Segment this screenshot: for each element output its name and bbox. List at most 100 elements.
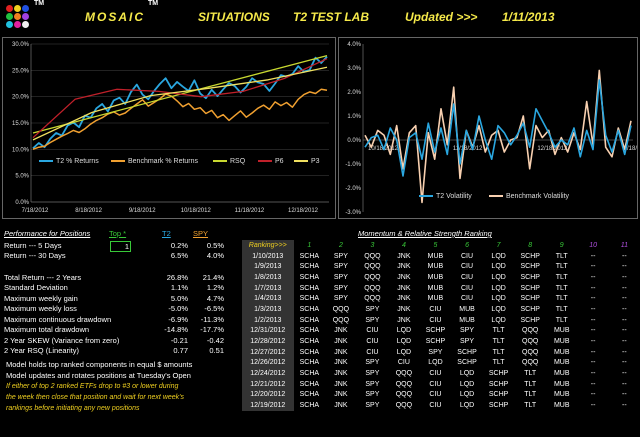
ranking-ticker: -- (590, 370, 596, 378)
perf-row: Maximum weekly gain 5.0% 4.7% (2, 293, 226, 304)
ranking-date: 12/31/2012 (242, 325, 294, 337)
ranking-ticker: CIU (429, 370, 442, 378)
y-tick-label: 25.0% (12, 68, 30, 74)
ranking-col-header: 10 (589, 241, 597, 249)
ranking-col-header: 4 (401, 241, 406, 249)
perf-metric-label: Maximum continuous drawdown (4, 314, 112, 324)
ranking-ticker: SCHA (299, 391, 320, 399)
ranking-date: 12/26/2012 (242, 357, 294, 369)
ranking-ticker: -- (622, 305, 627, 313)
ranking-ticker: SPY (333, 273, 348, 281)
y-tick-label: 15.0% (12, 121, 30, 127)
ranking-row: 12/21/2012 SCHA JNK SPY QQQ CIU LQD SCHP TLT MUB -… (242, 378, 640, 390)
ranking-label: Ranking>>> (242, 240, 294, 251)
perf-t2-value: -6.9% (168, 314, 188, 324)
ranking-ticker: MUB (553, 327, 570, 335)
perf-metric-label: 2 Year RSQ (Linearity) (4, 346, 80, 356)
ranking-ticker: QQQ (364, 295, 381, 303)
lab-title: T2 TEST LAB (293, 10, 370, 24)
ranking-row: 1/2/2013 SCHA QQQ SPY JNK CIU MUB LQD SCHP TLT -- -… (242, 314, 640, 326)
ranking-col-header: 8 (528, 241, 533, 249)
ranking-ticker: -- (590, 305, 596, 313)
ranking-row: 12/20/2012 SCHA JNK SPY QQQ CIU LQD SCHP TLT MUB -… (242, 389, 640, 401)
perf-row: Maximum total drawdown -14.8% -17.7% (2, 325, 226, 336)
ranking-ticker: TLT (492, 348, 505, 356)
legend-p6: P6 (258, 158, 284, 165)
perf-spy-value: 1.2% (206, 283, 224, 293)
ranking-ticker: -- (590, 348, 596, 356)
perf-t2-value: 26.8% (166, 272, 188, 282)
ranking-ticker: MUB (553, 359, 570, 367)
perf-spy-value: -11.3% (200, 314, 224, 324)
ranking-date: 1/9/2013 (242, 261, 294, 273)
perf-row: Total Return --- 2 Years 26.8% 21.4% (2, 272, 226, 283)
ranking-ticker: CIU (461, 252, 474, 260)
y-tick-label: -1.0% (345, 162, 361, 168)
ranking-ticker: CIU (461, 284, 474, 292)
x-tick-label: 7/18/2012 (22, 208, 49, 214)
ranking-ticker: -- (622, 316, 627, 324)
perf-spy-value: -0.42 (206, 335, 224, 345)
ranking-ticker: -- (590, 327, 596, 335)
x-tick-label: 11/18/2012 (235, 208, 265, 214)
ranking-ticker: CIU (461, 263, 474, 271)
ranking-ticker: JNK (397, 284, 411, 292)
ranking-ticker: SCHP (520, 305, 540, 313)
ranking-ticker: QQQ (522, 338, 539, 346)
ranking-ticker: TLT (555, 316, 568, 324)
ranking-ticker: SCHP (457, 348, 477, 356)
ranking-date: 1/7/2013 (242, 282, 294, 294)
ranking-ticker: SCHP (457, 359, 477, 367)
ranking-col-header: 7 (496, 241, 501, 249)
ranking-ticker: QQQ (364, 263, 381, 271)
ranking-ticker: SCHA (299, 273, 320, 281)
ranking-ticker: JNK (397, 305, 411, 313)
ranking-ticker: -- (590, 338, 596, 346)
ranking-ticker: SPY (333, 263, 348, 271)
ranking-ticker: MUB (553, 391, 570, 399)
ranking-ticker: CIU (461, 273, 474, 281)
ranking-col-header: 11 (620, 241, 628, 249)
trademark-label-2: TM (148, 0, 159, 7)
ranking-ticker: TLT (555, 305, 568, 313)
legend-t2-returns: T2 % Returns (39, 158, 99, 165)
ranking-ticker: -- (622, 273, 627, 281)
ranking-ticker: SCHP (488, 402, 509, 410)
y-tick-label: 30.0% (12, 42, 30, 48)
performance-table: Total Return --- 2 Years 26.8% 21.4% Standa… (2, 272, 226, 356)
ranking-row: 12/31/2012 SCHA JNK CIU LQD SCHP SPY TLT QQQ MUB -… (242, 325, 640, 337)
ranking-date: 12/28/2012 (242, 336, 294, 347)
t2-column-header: T2 (162, 229, 171, 238)
performance-heading: Performance for Positions (4, 229, 91, 238)
perf-row: Return --- 30 Days 6.5% 4.0% (2, 251, 226, 262)
perf-spy-value: -6.5% (204, 304, 224, 314)
ranking-ticker: QQQ (395, 370, 413, 378)
ranking-col-header: 3 (370, 241, 375, 249)
ranking-ticker: JNK (397, 316, 411, 324)
ranking-ticker: LQD (396, 348, 412, 356)
ranking-ticker: -- (590, 316, 596, 324)
ranking-date: 12/27/2012 (242, 346, 294, 358)
ranking-ticker: -- (590, 295, 596, 303)
ranking-ticker: SPY (333, 295, 348, 303)
spy-column-header: SPY (193, 229, 209, 238)
ranking-ticker: SPY (460, 338, 475, 346)
y-tick-label: -2.0% (345, 186, 361, 192)
ranking-ticker: SCHA (299, 305, 320, 313)
ranking-ticker: CIU (429, 391, 442, 399)
ranking-ticker: -- (590, 359, 596, 367)
ranking-ticker: CIU (429, 402, 442, 410)
ranking-col-header: 5 (433, 241, 438, 249)
ranking-date: 1/3/2013 (242, 304, 294, 315)
ranking-ticker: MUB (427, 284, 444, 292)
perf-row: 2 Year SKEW (Variance from zero) -0.21 -0.… (2, 335, 226, 346)
ranking-ticker: JNK (334, 359, 348, 367)
perf-row: Standard Deviation 1.1% 1.2% (2, 283, 226, 294)
legend-rsq: RSQ (213, 158, 245, 165)
ranking-ticker: QQQ (395, 391, 413, 399)
ranking-ticker: SPY (333, 284, 348, 292)
updated-label: Updated >>> (405, 10, 478, 24)
ranking-ticker: MUB (553, 370, 570, 378)
ranking-ticker: LQD (396, 327, 412, 335)
ranking-date: 1/2/2013 (242, 314, 294, 326)
